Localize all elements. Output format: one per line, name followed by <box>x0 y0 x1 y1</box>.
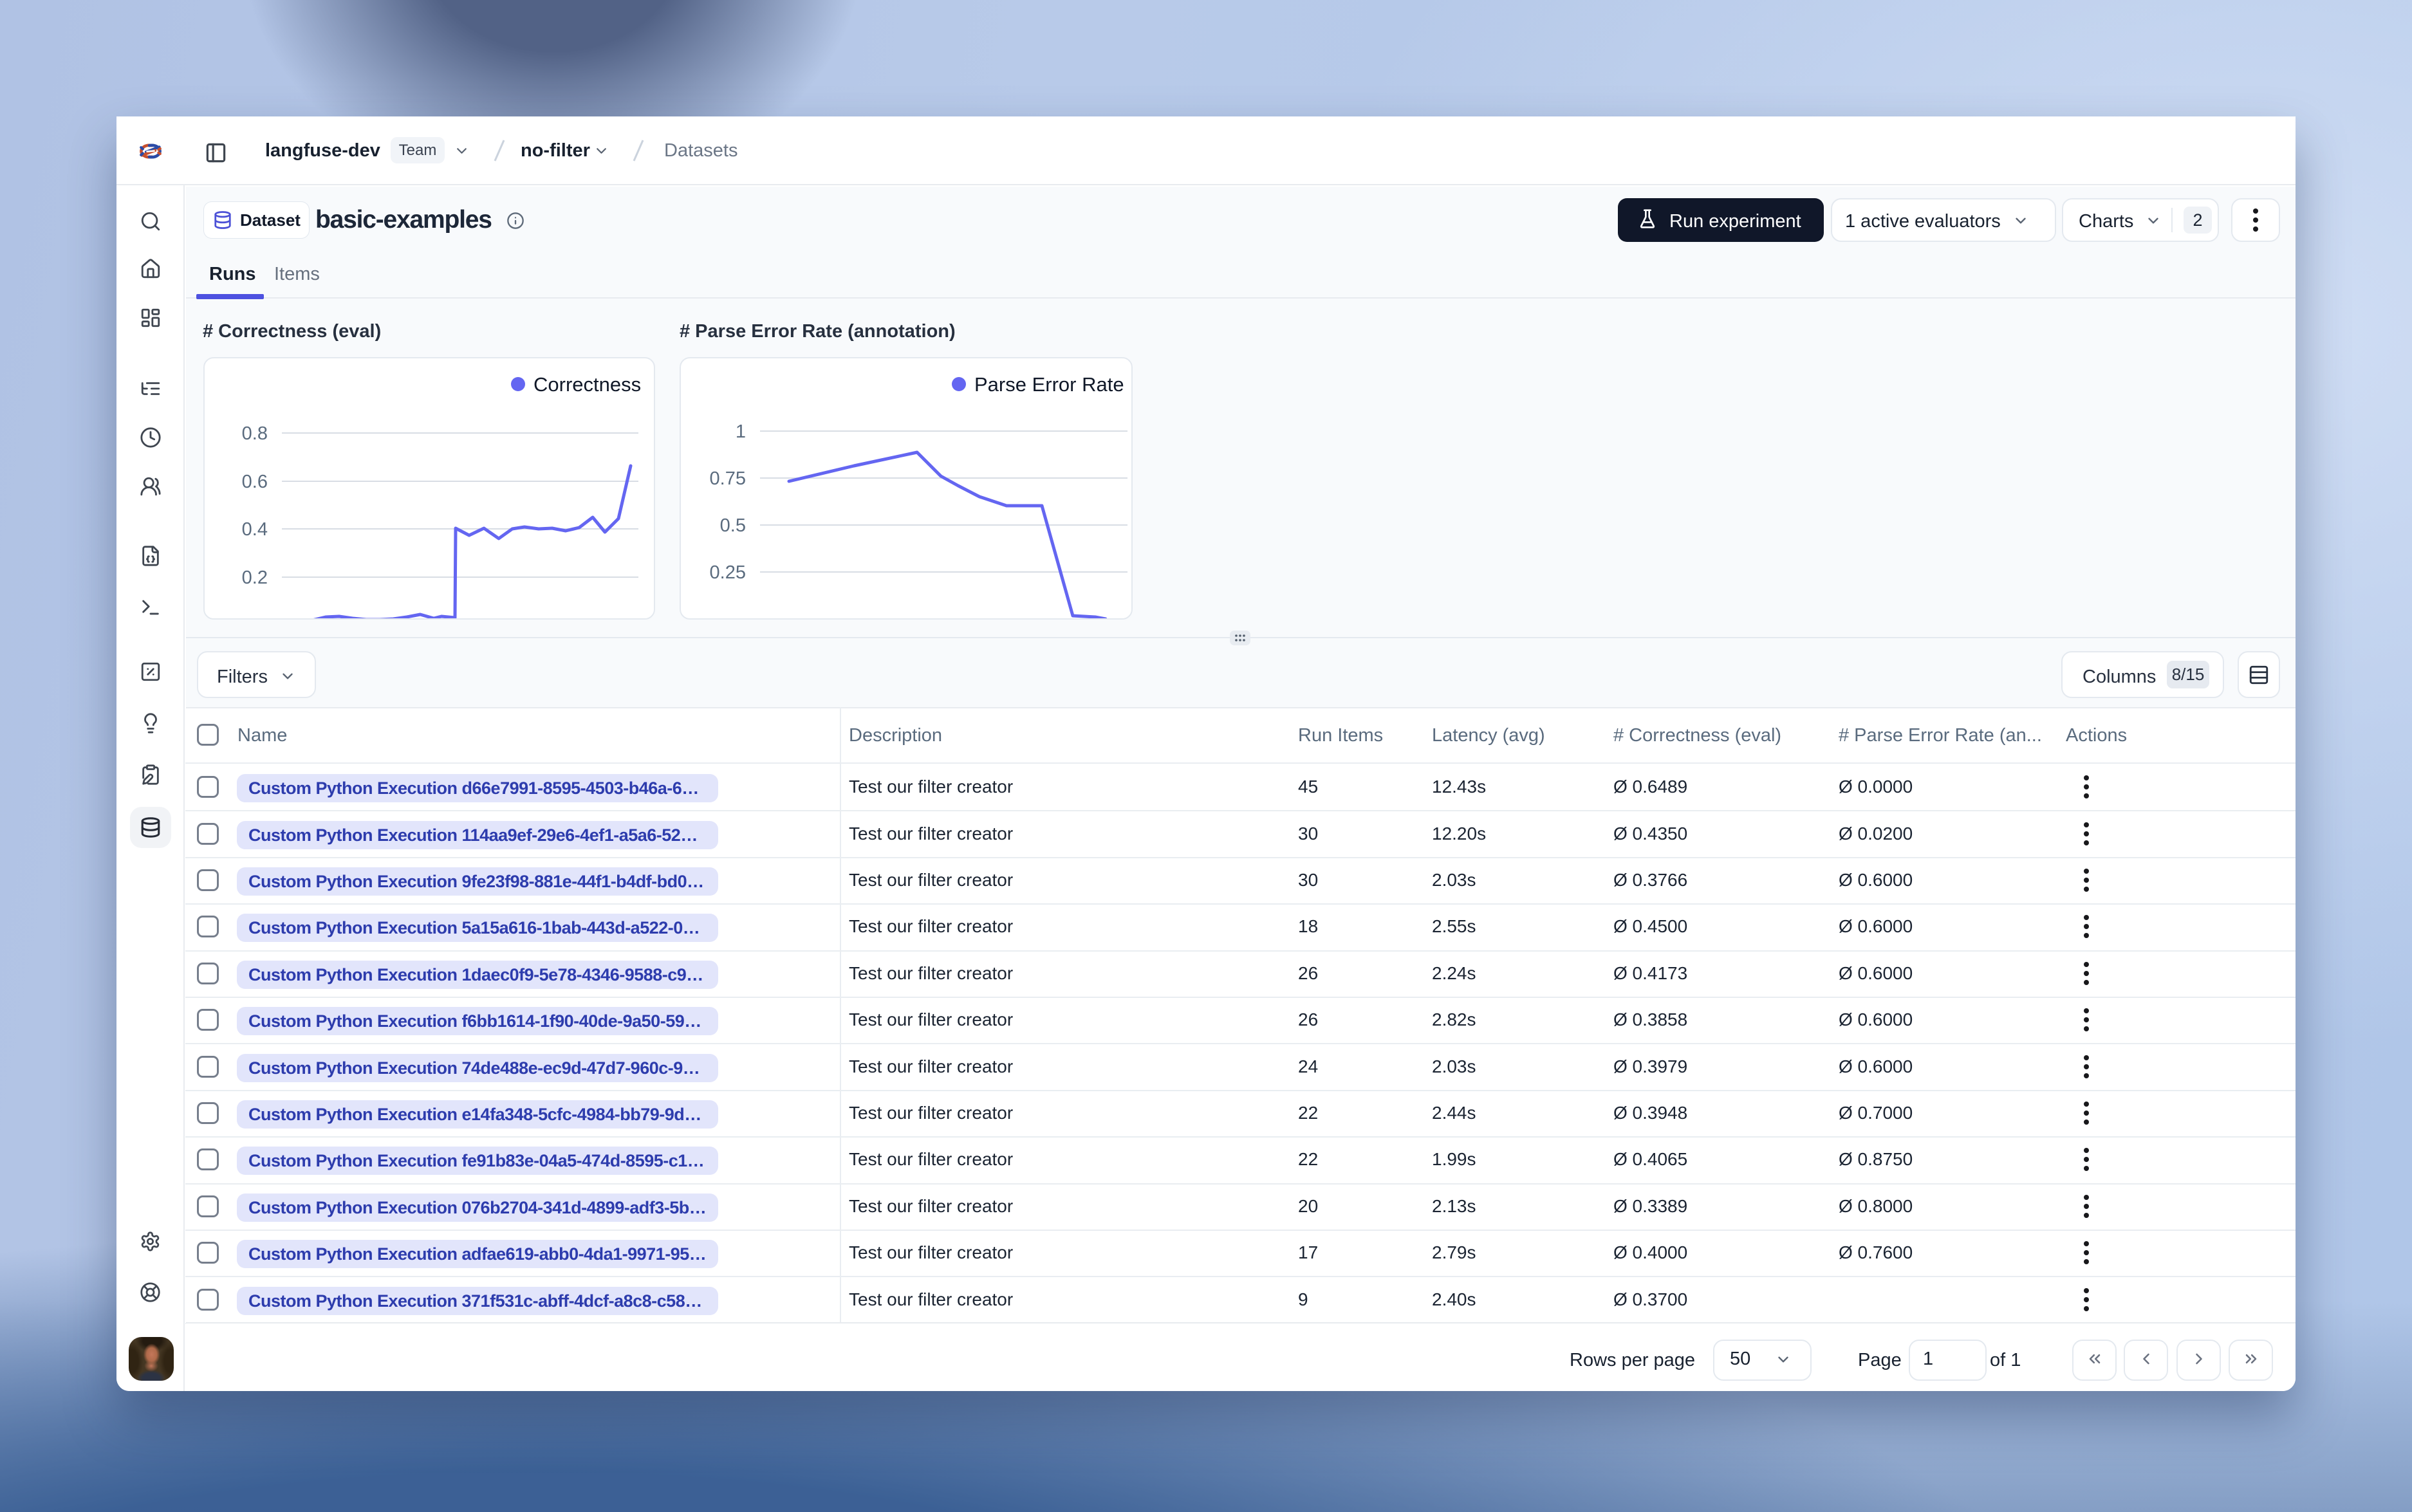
svg-text:0.5: 0.5 <box>720 515 746 536</box>
svg-text:Correctness: Correctness <box>533 373 641 396</box>
svg-text:Parse Error Rate: Parse Error Rate <box>974 373 1124 396</box>
svg-text:0.75: 0.75 <box>710 468 746 489</box>
svg-text:0.8: 0.8 <box>242 423 268 444</box>
svg-text:0.2: 0.2 <box>242 567 268 588</box>
svg-text:0.25: 0.25 <box>710 562 746 583</box>
svg-text:0.6: 0.6 <box>242 472 268 492</box>
svg-text:0.4: 0.4 <box>242 519 268 540</box>
svg-text:1: 1 <box>736 421 746 442</box>
